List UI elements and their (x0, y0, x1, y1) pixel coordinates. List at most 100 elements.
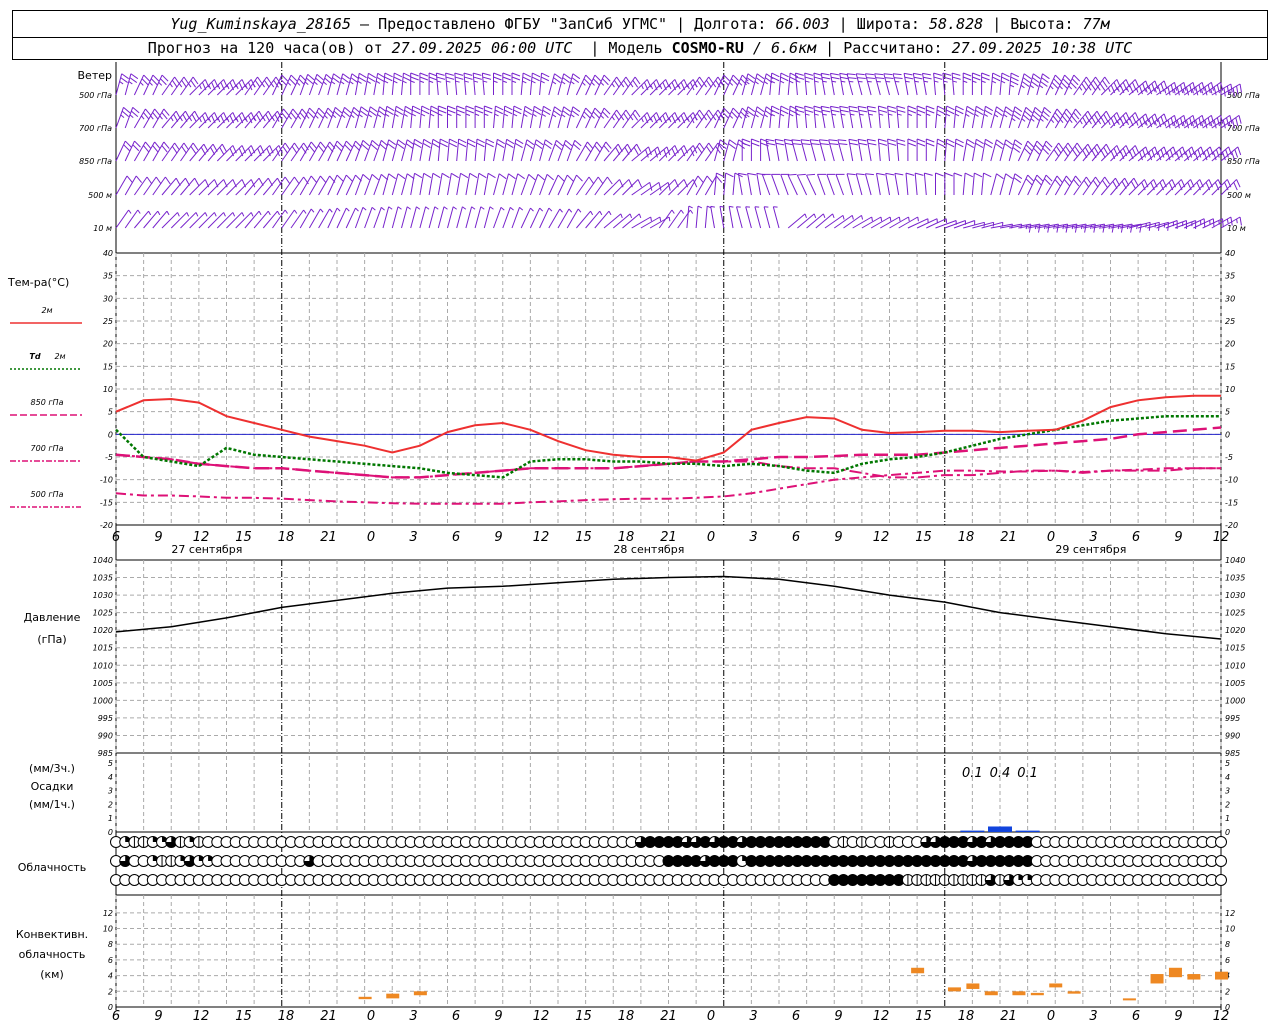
wind-barb (410, 206, 421, 229)
barb-staff (1036, 107, 1045, 129)
wind-barb (253, 177, 273, 196)
barb-half (688, 205, 693, 209)
barb-flag (542, 109, 551, 116)
barb-flag (502, 72, 511, 77)
wind-barb (437, 138, 449, 162)
wind-barb (763, 206, 771, 229)
barb-staff (253, 177, 269, 196)
barb-staff (345, 207, 356, 229)
barb-flag (966, 109, 974, 116)
barb-staff (603, 213, 622, 229)
barb-half (1068, 85, 1073, 90)
barb-staff (894, 173, 900, 196)
pressure-ytick-left: 990 (98, 731, 113, 740)
barb-half (907, 113, 913, 116)
barb-staff (318, 74, 327, 96)
barb-staff (857, 106, 863, 129)
barb-half (972, 80, 977, 83)
pressure-ytick-right: 990 (1225, 731, 1240, 740)
barb-flag (511, 76, 521, 81)
barb-half (503, 113, 509, 117)
wind-barb (290, 74, 307, 96)
wind-barb (143, 108, 161, 129)
barb-flag (410, 76, 419, 81)
wind-barb (474, 105, 484, 128)
barb-flag (771, 109, 780, 115)
barb-flag (742, 142, 751, 147)
wind-barb (594, 107, 611, 129)
barb-flag (388, 139, 396, 146)
wind-barb (281, 176, 300, 196)
wind-barb (1054, 175, 1073, 196)
wind-barb (736, 206, 743, 229)
barb-half (780, 113, 785, 117)
barb-flag (370, 106, 378, 113)
barb-half (336, 207, 341, 212)
barb-half (119, 81, 124, 85)
barb-flag (795, 76, 805, 80)
barb-flag (554, 73, 562, 80)
barb-flag (966, 142, 974, 149)
barb-staff (935, 139, 938, 162)
conv-bar (1187, 974, 1201, 980)
wind-barb (887, 105, 897, 129)
barb-flag (572, 106, 581, 113)
wind-barb (1045, 175, 1063, 196)
barb-flag (533, 105, 542, 112)
wind-barb (658, 145, 679, 162)
x-tick-label-bottom: 15 (915, 1009, 932, 1024)
pressure-ytick-right: 1000 (1225, 696, 1245, 705)
barb-half (703, 116, 707, 121)
barb-half (620, 116, 625, 121)
barb-flag (571, 110, 580, 116)
barb-staff (818, 139, 826, 162)
barb-staff (864, 173, 872, 196)
barb-flag (1013, 110, 1022, 116)
wind-barb (921, 72, 932, 96)
barb-half (329, 208, 333, 213)
barb-staff (898, 216, 919, 229)
barb-flag (1004, 143, 1012, 149)
wind-barb (281, 74, 298, 96)
wind-barb (170, 110, 191, 129)
barb-staff (896, 106, 900, 129)
wind-barb (640, 181, 662, 196)
barb-half (474, 113, 480, 116)
wind-barb (914, 172, 924, 196)
barb-half (1030, 118, 1035, 122)
x-tick-label-top: 12 (1213, 530, 1230, 545)
wind-barb (474, 138, 485, 162)
barb-staff (754, 206, 762, 229)
barb-flag (528, 173, 536, 181)
barb-flag (1004, 110, 1012, 116)
wind-barb (180, 177, 200, 196)
barb-staff (318, 141, 331, 162)
barb-flag (981, 72, 990, 77)
wind-barb (290, 142, 309, 162)
pressure-ytick-left: 1000 (93, 696, 113, 705)
barb-flag (387, 143, 395, 149)
cloud-symbol (1215, 855, 1227, 867)
barb-flag (525, 143, 534, 149)
barb-staff (447, 206, 454, 229)
barb-half (754, 114, 759, 118)
barb-flag (936, 142, 945, 148)
barb-flag (878, 105, 887, 109)
x-tick-label-bottom: 12 (193, 1009, 210, 1024)
wind-barb (916, 105, 926, 128)
wind-barb (728, 205, 734, 229)
barb-flag (996, 139, 1004, 146)
barb-flag (887, 109, 897, 113)
pressure-ytick-right: 1020 (1225, 626, 1245, 635)
wind-barb (511, 105, 522, 129)
barb-flag (935, 172, 944, 177)
barb-half (288, 115, 292, 120)
wind-barb (327, 140, 344, 162)
barb-staff (483, 206, 491, 229)
barb-flag (856, 73, 865, 76)
x-tick-label-top: 0 (707, 530, 715, 545)
wind-barb (133, 108, 152, 129)
wind-barb (935, 138, 946, 162)
wind-barb (143, 74, 160, 96)
barb-staff (866, 106, 872, 129)
